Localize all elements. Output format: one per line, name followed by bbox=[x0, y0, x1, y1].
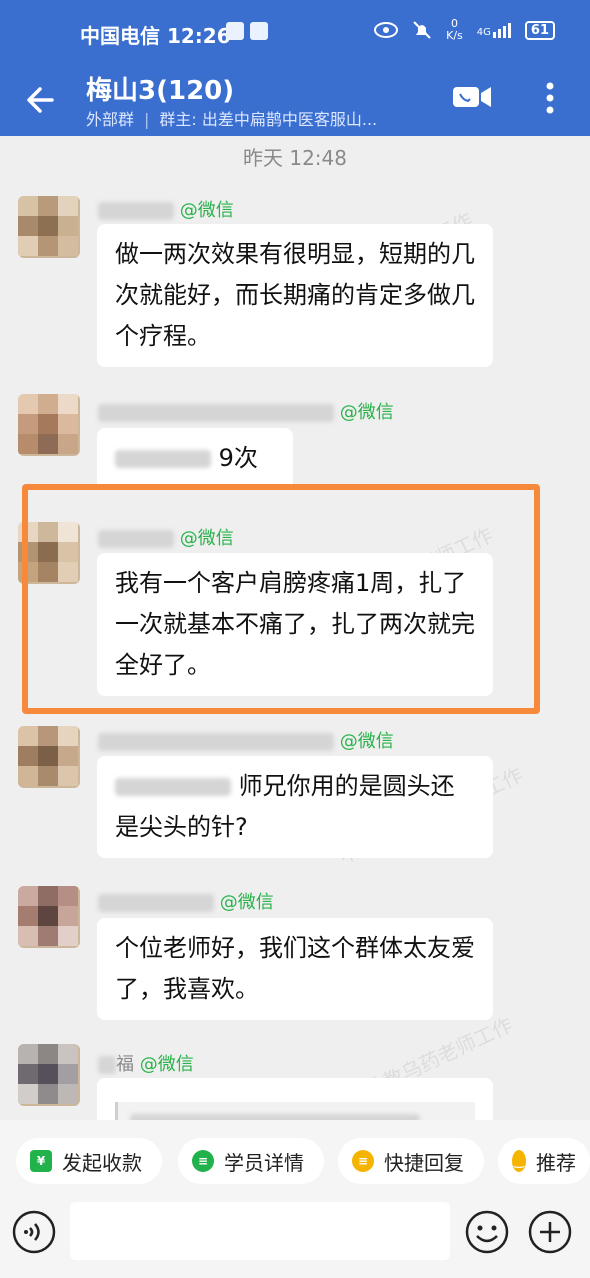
message-input[interactable] bbox=[70, 1202, 450, 1260]
group-subtitle: 外部群 | 群主: 出差中扁鹊中医客服山... bbox=[86, 110, 378, 129]
avatar[interactable] bbox=[18, 726, 80, 788]
sender-name: @微信 bbox=[98, 196, 234, 222]
message-bubble[interactable]: 师兄你用的是圆头还是尖头的针? bbox=[97, 756, 493, 858]
avatar[interactable] bbox=[18, 394, 80, 456]
status-bar: 中国电信 12:26 0 K/s 4G 61 bbox=[0, 0, 590, 70]
chat-header: 梅山3(120) 外部群 | 群主: 出差中扁鹊中医客服山... bbox=[0, 70, 590, 136]
app-badge-icon bbox=[250, 22, 268, 40]
sender-name: 福 @微信 bbox=[98, 1050, 194, 1076]
sender-name: @微信 bbox=[98, 727, 394, 753]
status-icons: 0 K/s 4G 61 bbox=[374, 18, 555, 42]
avatar[interactable] bbox=[18, 886, 80, 948]
sender-name: @微信 bbox=[98, 398, 394, 424]
student-details-button[interactable]: ≡ 学员详情 bbox=[178, 1138, 324, 1184]
message-bubble[interactable]: 做一两次效果有很明显，短期的几次就能好，而长期痛的肯定多做几个疗程。 bbox=[97, 224, 493, 367]
eye-icon bbox=[374, 22, 399, 38]
app-badge-icon bbox=[226, 22, 244, 40]
emoji-icon[interactable] bbox=[465, 1210, 509, 1254]
chat-timestamp: 昨天 12:48 bbox=[243, 146, 347, 170]
message-bubble[interactable]: 9次 bbox=[97, 428, 293, 489]
avatar[interactable] bbox=[18, 1044, 80, 1106]
net-speed: 0 K/s bbox=[446, 17, 463, 42]
recommend-button[interactable]: ‿ 推荐 bbox=[498, 1138, 590, 1184]
back-arrow-icon[interactable] bbox=[22, 82, 58, 118]
avatar[interactable] bbox=[18, 196, 80, 258]
carrier-time: 中国电信 12:26 bbox=[80, 24, 231, 48]
quick-reply-button[interactable]: ≡ 快捷回复 bbox=[338, 1138, 484, 1184]
message-input-bar bbox=[0, 1196, 590, 1278]
collect-payment-button[interactable]: ¥ 发起收款 bbox=[16, 1138, 162, 1184]
yen-icon: ¥ bbox=[30, 1150, 52, 1172]
more-options-icon[interactable] bbox=[540, 80, 560, 116]
mute-bell-icon bbox=[413, 21, 431, 39]
sender-name: @微信 bbox=[98, 888, 274, 914]
signal-icon: 4G bbox=[477, 22, 511, 38]
video-call-icon[interactable] bbox=[452, 84, 492, 110]
battery-indicator: 61 bbox=[524, 20, 555, 40]
plus-icon[interactable] bbox=[528, 1210, 572, 1254]
message-bubble[interactable]: 个位老师好，我们这个群体太友爱了，我喜欢。 bbox=[97, 918, 493, 1020]
group-title: 梅山3(120) bbox=[86, 76, 235, 106]
recommend-icon: ‿ bbox=[512, 1150, 526, 1172]
quick-reply-icon: ≡ bbox=[352, 1150, 374, 1172]
external-group-tag: 外部群 bbox=[86, 110, 135, 129]
user-detail-icon: ≡ bbox=[192, 1150, 214, 1172]
highlight-box bbox=[22, 484, 540, 714]
voice-input-icon[interactable] bbox=[12, 1210, 56, 1254]
group-owner: 群主: 出差中扁鹊中医客服山... bbox=[159, 110, 378, 129]
